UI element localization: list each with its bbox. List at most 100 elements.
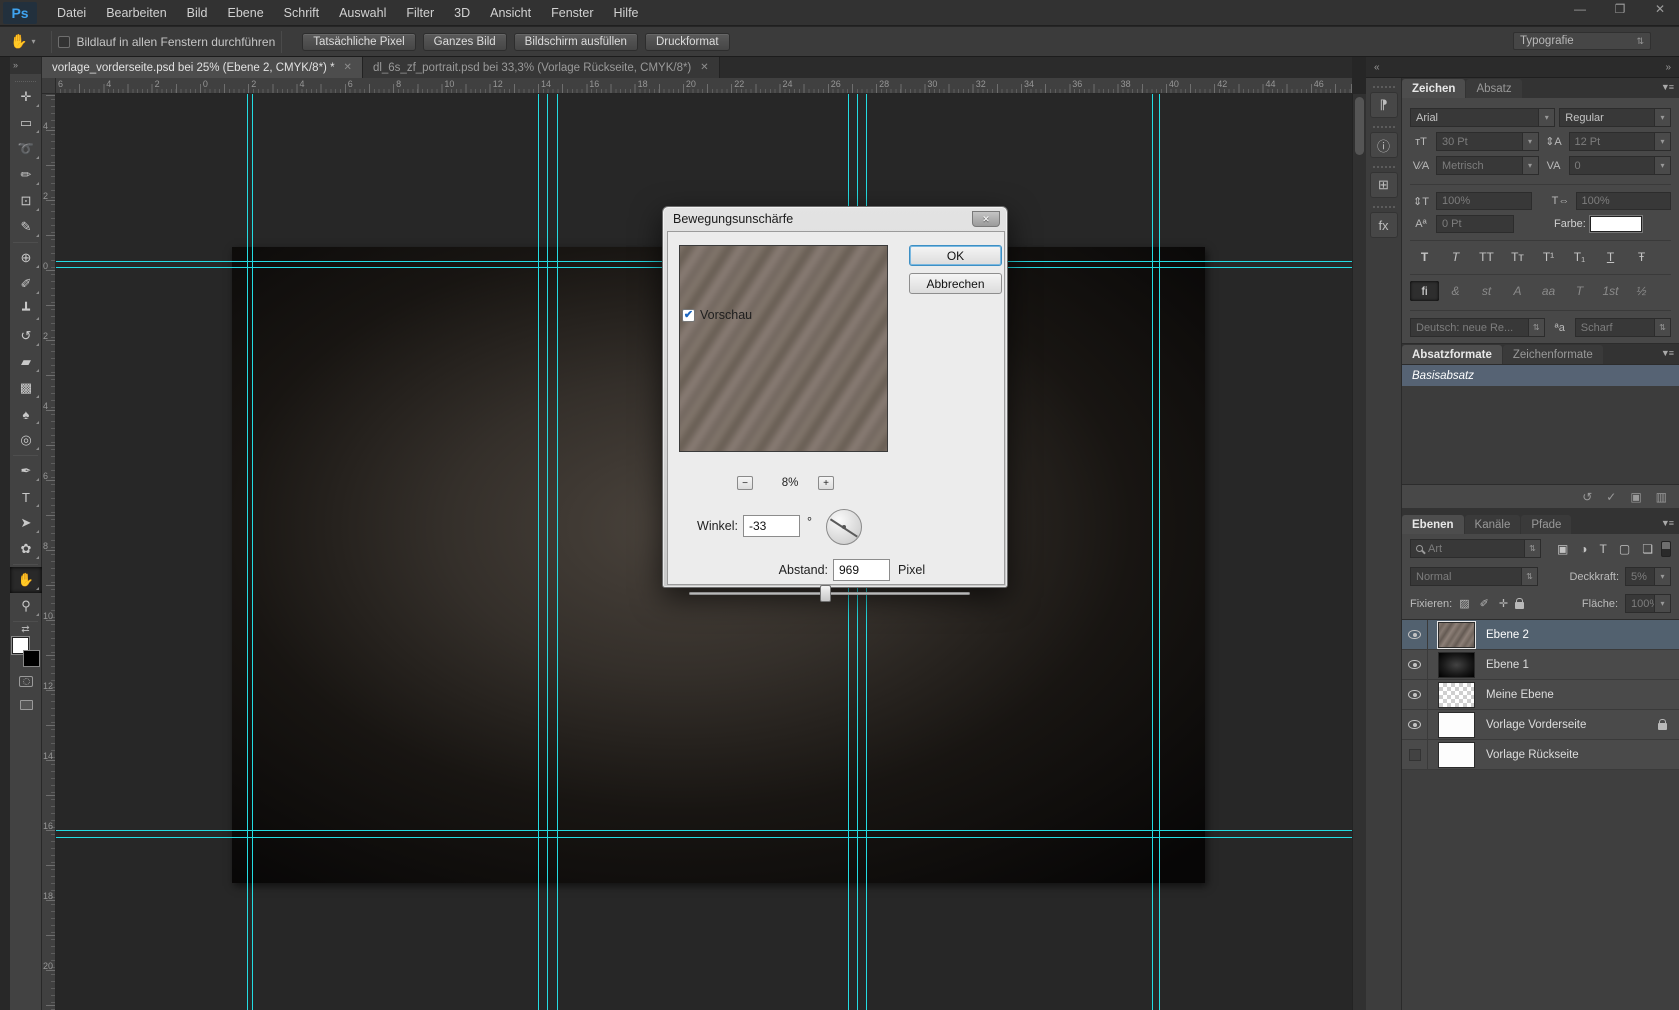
layer-row[interactable]: Ebene 1: [1402, 650, 1679, 680]
lock-all-icon[interactable]: [1515, 602, 1524, 609]
chevron-down-icon[interactable]: ▾: [1539, 108, 1555, 127]
panel-menu-icon[interactable]: ▼≡: [1661, 348, 1673, 358]
history-brush-tool[interactable]: ↺: [10, 323, 42, 349]
expand-panels-icon[interactable]: »: [1665, 62, 1671, 73]
guide-horizontal[interactable]: [56, 837, 1352, 838]
guide-vertical[interactable]: [252, 94, 253, 1010]
menu-fenster[interactable]: Fenster: [541, 2, 603, 24]
tab-close-icon[interactable]: ✕: [700, 62, 708, 73]
updown-arrows-icon[interactable]: ⇅: [1522, 567, 1538, 586]
layer-filter-select[interactable]: Art ⇅: [1410, 539, 1541, 558]
lock-position-icon[interactable]: ✛: [1499, 597, 1508, 610]
underline-button[interactable]: T: [1596, 247, 1625, 267]
layer-filter-toggle[interactable]: [1661, 541, 1671, 557]
horizontal-ruler[interactable]: 6420246810121416182022242628303234363840…: [56, 78, 1352, 94]
blur-tool[interactable]: ♠: [10, 401, 42, 427]
move-tool[interactable]: ✛: [10, 84, 42, 110]
dialog-close-button[interactable]: ✕: [972, 211, 1000, 227]
preview-option[interactable]: ✔ Vorschau: [682, 308, 752, 322]
screen-mode-button[interactable]: [10, 693, 42, 717]
guide-vertical[interactable]: [538, 94, 539, 1010]
panel-drag-grip[interactable]: [1373, 206, 1395, 208]
guide-vertical[interactable]: [557, 94, 558, 1010]
fractions-button[interactable]: ½: [1627, 281, 1656, 301]
filter-shape-layers-icon[interactable]: ▢: [1619, 542, 1630, 556]
gradient-tool[interactable]: ▩: [10, 375, 42, 401]
chevron-down-icon[interactable]: ▾: [1655, 567, 1671, 586]
background-color-swatch[interactable]: [23, 650, 40, 667]
stylistic-alternates-button[interactable]: aa: [1534, 281, 1563, 301]
healing-brush-tool[interactable]: ⊕: [10, 245, 42, 271]
ligatures-button[interactable]: fi: [1410, 281, 1439, 301]
guide-vertical[interactable]: [547, 94, 548, 1010]
swash-button[interactable]: A: [1503, 281, 1532, 301]
layer-row[interactable]: Ebene 2: [1402, 620, 1679, 650]
horizontal-scale-field[interactable]: 100%: [1576, 192, 1672, 210]
quick-selection-tool[interactable]: ✏: [10, 162, 42, 188]
workspace-switcher[interactable]: Typografie ⇅: [1513, 32, 1651, 50]
chevron-down-icon[interactable]: ▾: [1523, 132, 1539, 151]
options-button[interactable]: Bildschirm ausfüllen: [514, 33, 638, 51]
leading-select[interactable]: 12 Pt ▾: [1569, 132, 1672, 151]
preview-checkbox[interactable]: ✔: [682, 309, 695, 322]
chevron-down-icon[interactable]: ▾: [1655, 132, 1671, 151]
clone-stamp-tool[interactable]: ┻: [10, 297, 42, 323]
swap-colors-icon[interactable]: ⇄: [10, 624, 41, 635]
preview-zoom-out-button[interactable]: −: [737, 476, 753, 490]
menu-schrift[interactable]: Schrift: [274, 2, 329, 24]
angle-dial[interactable]: [826, 509, 862, 545]
chevron-down-icon[interactable]: ▾: [1655, 108, 1671, 127]
dialog-title-bar[interactable]: Bewegungsunschärfe: [663, 207, 1007, 231]
chevron-down-icon[interactable]: ▾: [1655, 594, 1671, 613]
chevron-down-icon[interactable]: ▾: [1523, 156, 1539, 175]
menu-ebene[interactable]: Ebene: [218, 2, 274, 24]
fill-select[interactable]: 100% ▾: [1625, 594, 1671, 613]
layer-thumbnail[interactable]: [1438, 652, 1475, 678]
menu-bild[interactable]: Bild: [177, 2, 218, 24]
paragraph-style-item[interactable]: Basisabsatz: [1402, 365, 1679, 386]
preview-zoom-in-button[interactable]: +: [818, 476, 834, 490]
layer-row[interactable]: Vorlage Rückseite: [1402, 740, 1679, 770]
chevron-down-icon[interactable]: ▾: [1655, 156, 1671, 175]
tools-drag-grip[interactable]: [15, 76, 36, 82]
tab-zeichenformate[interactable]: Zeichenformate: [1503, 345, 1603, 364]
panel-menu-icon[interactable]: ▼≡: [1661, 82, 1673, 92]
layer-thumbnail[interactable]: [1438, 742, 1475, 768]
discretionary-ligatures-button[interactable]: st: [1472, 281, 1501, 301]
close-button[interactable]: ✕: [1647, 2, 1673, 16]
tab-pfade[interactable]: Pfade: [1521, 515, 1571, 534]
panel-drag-grip[interactable]: [1373, 86, 1395, 88]
menu-3d[interactable]: 3D: [444, 2, 480, 24]
eye-icon[interactable]: [1408, 720, 1421, 729]
font-size-select[interactable]: 30 Pt ▾: [1436, 132, 1539, 151]
custom-shape-tool[interactable]: ✿: [10, 536, 42, 562]
kerning-select[interactable]: Metrisch ▾: [1436, 156, 1539, 175]
crop-tool[interactable]: ⊡: [10, 188, 42, 214]
distance-slider[interactable]: [689, 584, 970, 602]
pen-tool[interactable]: ✒: [10, 458, 42, 484]
tools-collapse-button[interactable]: »: [10, 57, 41, 74]
document-tab[interactable]: vorlage_vorderseite.psd bei 25% (Ebene 2…: [42, 57, 363, 78]
tab-kanaele[interactable]: Kanäle: [1465, 515, 1521, 534]
effects-panel-icon[interactable]: fx: [1370, 212, 1398, 238]
visibility-cell[interactable]: [1402, 650, 1428, 680]
visibility-cell[interactable]: [1402, 680, 1428, 710]
scrollbar-thumb[interactable]: [1355, 97, 1364, 155]
layer-thumbnail[interactable]: [1438, 712, 1475, 738]
lock-transparency-icon[interactable]: ▨: [1459, 597, 1469, 610]
tab-absatzformate[interactable]: Absatzformate: [1402, 345, 1502, 364]
restore-button[interactable]: ❐: [1607, 2, 1633, 16]
document-tab[interactable]: dl_6s_zf_portrait.psd bei 33,3% (Vorlage…: [363, 57, 720, 78]
filter-pixel-layers-icon[interactable]: ▣: [1557, 542, 1568, 556]
options-button[interactable]: Tatsächliche Pixel: [302, 33, 415, 51]
lock-pixels-icon[interactable]: ✐: [1480, 597, 1489, 610]
filter-smart-objects-icon[interactable]: ❏: [1642, 542, 1653, 556]
baseline-shift-field[interactable]: 0 Pt: [1436, 215, 1514, 233]
minimize-button[interactable]: —: [1567, 2, 1593, 16]
eye-hidden-box[interactable]: [1409, 749, 1421, 761]
small-caps-button[interactable]: Tᴛ: [1503, 247, 1532, 267]
filter-type-layers-icon[interactable]: T: [1600, 542, 1607, 556]
panel-drag-grip[interactable]: [1373, 126, 1395, 128]
rectangular-marquee-tool[interactable]: ▭: [10, 110, 42, 136]
visibility-cell[interactable]: [1402, 620, 1428, 650]
